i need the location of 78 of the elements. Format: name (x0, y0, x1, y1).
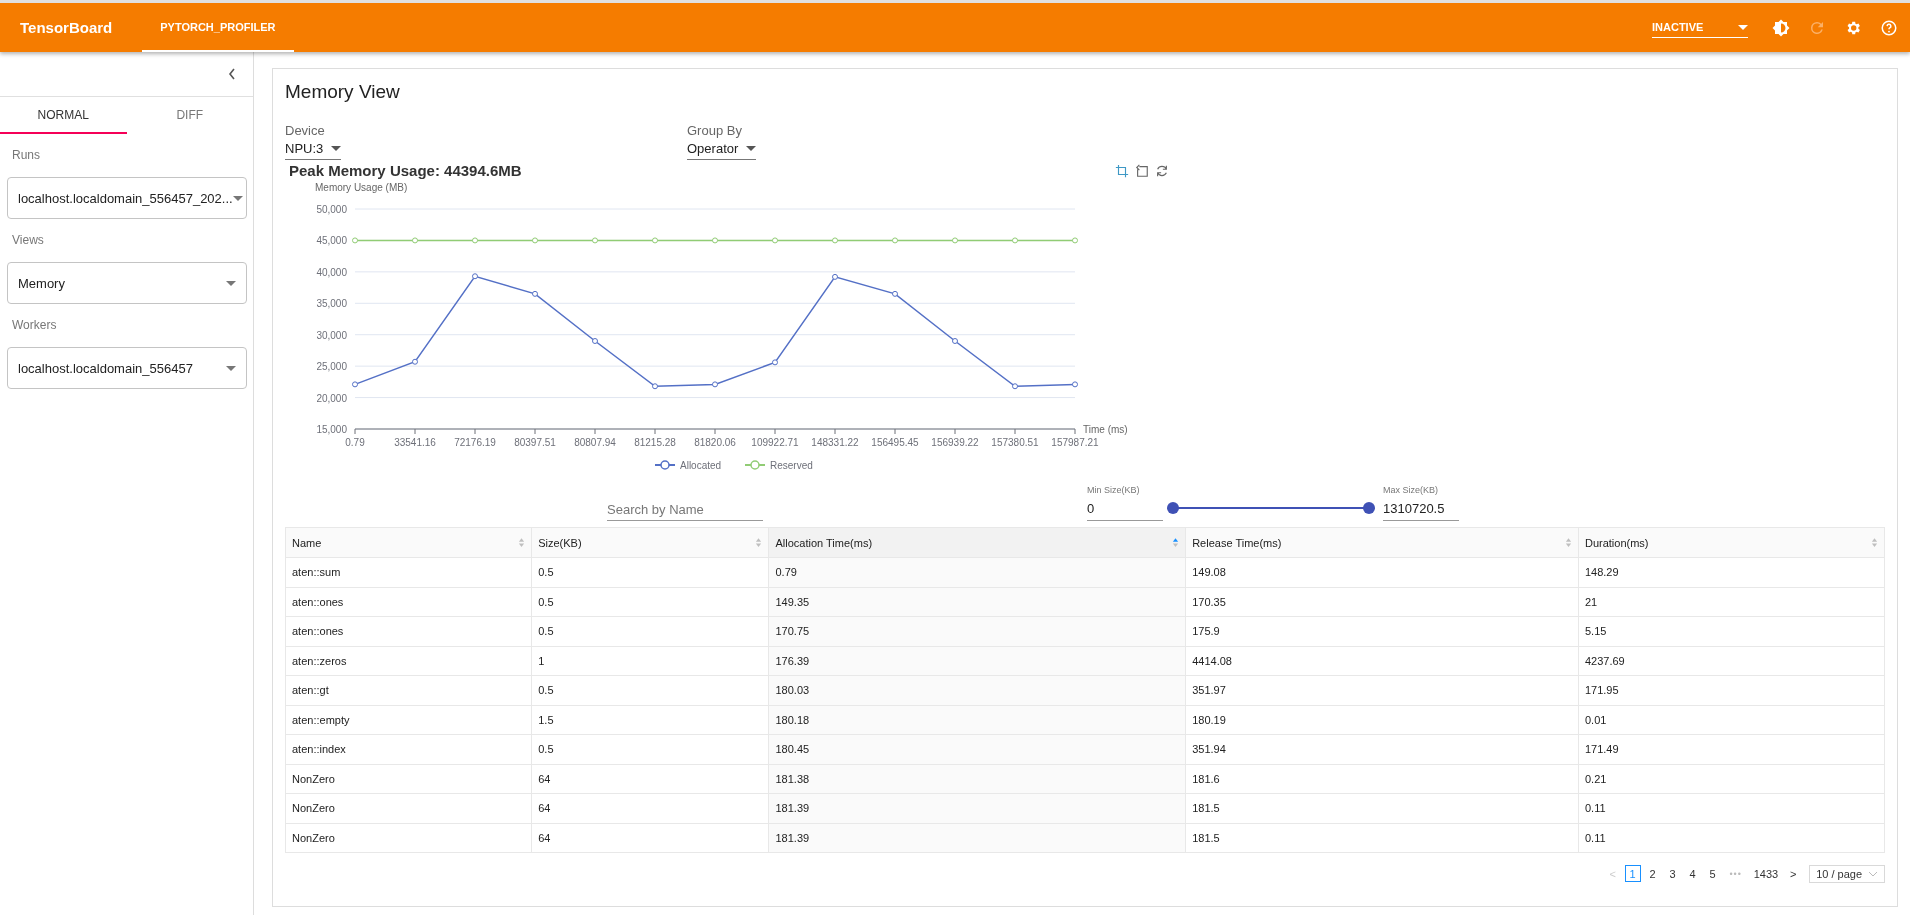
max-size-label: Max Size(KB) (1383, 485, 1439, 495)
table-cell: aten::gt (286, 676, 533, 705)
table-cell-text: 0.21 (1583, 771, 1608, 787)
table-cell: 0.79 (769, 558, 1187, 587)
y-tick-label: 50,000 (316, 204, 347, 215)
table-cell-text: 148.29 (1583, 565, 1620, 581)
table-cell-text: 171.49 (1583, 742, 1620, 758)
x-axis-title: Time (ms) (1083, 424, 1128, 435)
column-title: Size(KB) (538, 536, 582, 549)
x-tick-label: 0.79 (345, 437, 365, 448)
field-label: Runs (12, 148, 41, 162)
column-title: Release Time(ms) (1192, 536, 1282, 549)
x-tick-label: 156939.22 (931, 437, 979, 448)
table-cell: 180.18 (769, 705, 1187, 734)
x-tick-label: 148331.22 (811, 437, 859, 448)
y-tick-label: 30,000 (316, 329, 347, 341)
table-cell: 351.97 (1186, 676, 1579, 705)
x-tick-label: 80397.51 (514, 437, 556, 448)
x-tick-label: 81820.06 (694, 437, 736, 448)
column-title: Allocation Time(ms) (775, 536, 873, 549)
table-cell-text: 0.11 (1583, 830, 1607, 846)
x-tick-label: 156495.45 (871, 437, 919, 448)
table-cell: 181.39 (769, 823, 1187, 852)
select-label: Device (285, 123, 325, 138)
x-tick-label: 33541.16 (394, 437, 436, 448)
x-tick-label: 81215.28 (634, 437, 676, 448)
table-cell: 180.03 (769, 676, 1187, 705)
table-cell-text: 21 (1583, 594, 1599, 610)
column-title: Duration(ms) (1584, 536, 1649, 549)
y-tick-label: 45,000 (316, 235, 347, 247)
table-cell: aten::ones (286, 587, 533, 616)
table-cell: 175.9 (1186, 617, 1579, 646)
table-cell: 181.6 (1186, 764, 1579, 793)
table-cell-text: 171.95 (1583, 683, 1620, 699)
table-cell: aten::index (286, 735, 533, 764)
table-cell: 170.75 (769, 617, 1187, 646)
x-tick-label: 80807.94 (574, 437, 616, 448)
table-cell: NonZero (286, 794, 533, 823)
table-cell: NonZero (286, 764, 533, 793)
y-tick-label: 25,000 (316, 361, 347, 373)
select-label: Group By (687, 123, 742, 138)
app-title: TensorBoard (20, 19, 113, 36)
peak-memory-text: Peak Memory Usage: 44394.6MB (289, 162, 522, 179)
y-tick-label: 15,000 (316, 424, 347, 435)
table-cell: 170.35 (1186, 587, 1579, 616)
min-size-label: Min Size(KB) (1087, 485, 1141, 495)
table-cell: 181.38 (769, 764, 1187, 793)
x-tick-label: 157987.21 (1051, 437, 1099, 448)
y-tick-label: 20,000 (316, 392, 347, 404)
table-cell: 181.5 (1186, 823, 1579, 852)
field-label: Views (12, 233, 45, 247)
table-cell: 176.39 (769, 646, 1187, 675)
table-cell: aten::sum (286, 558, 533, 587)
table-cell-text: 4237.69 (1583, 653, 1626, 669)
table-cell: 149.35 (769, 587, 1187, 616)
table-cell: 351.94 (1186, 735, 1579, 764)
y-tick-label: 40,000 (316, 266, 347, 278)
table-cell: aten::empty (286, 705, 533, 734)
page-title: Memory View (285, 81, 401, 103)
table-cell: NonZero (286, 823, 533, 852)
x-tick-label: 157380.51 (991, 437, 1039, 448)
x-tick-label: 109922.71 (751, 437, 799, 448)
table-cell: 149.08 (1186, 558, 1579, 587)
field-label: Workers (12, 318, 58, 332)
table-cell-text: 0.11 (1583, 801, 1607, 817)
table-cell: aten::ones (286, 617, 533, 646)
y-tick-label: 35,000 (316, 298, 347, 310)
table-cell-text: 0.01 (1583, 712, 1608, 728)
table-cell: 181.39 (769, 794, 1187, 823)
table-cell: 180.45 (769, 735, 1187, 764)
y-axis-title: Memory Usage (MB) (315, 182, 408, 193)
table-cell-text: 5.15 (1583, 624, 1608, 640)
table-cell: 180.19 (1186, 705, 1579, 734)
table-cell: 181.5 (1186, 794, 1579, 823)
column-title: Name (292, 536, 322, 549)
x-tick-label: 72176.19 (454, 437, 496, 448)
table-cell: 4414.08 (1186, 646, 1579, 675)
table-cell: aten::zeros (286, 646, 533, 675)
